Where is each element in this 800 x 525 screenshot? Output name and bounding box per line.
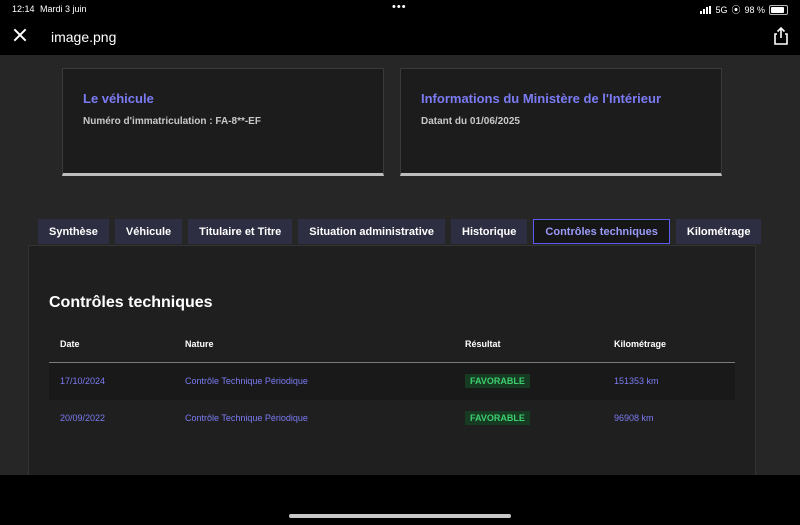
home-indicator[interactable]: [289, 514, 511, 518]
table-header: Date Nature Résultat Kilométrage: [49, 327, 735, 363]
column-nature: Nature: [185, 339, 214, 349]
tab-situation-administrative[interactable]: Situation administrative: [298, 219, 445, 244]
tab-historique[interactable]: Historique: [451, 219, 528, 244]
status-badge: FAVORABLE: [465, 411, 530, 425]
status-badge: FAVORABLE: [465, 374, 530, 388]
row-date: 17/10/2024: [60, 376, 106, 386]
table-row: 20/09/2022 Contrôle Technique Périodique…: [49, 400, 735, 437]
status-time: 12:14: [12, 4, 35, 14]
tab-titulaire[interactable]: Titulaire et Titre: [188, 219, 293, 244]
multitask-dots-icon[interactable]: •••: [392, 1, 407, 13]
viewer-toolbar: image.png: [0, 17, 800, 55]
signal-icon: [700, 5, 712, 14]
tab-kilometrage[interactable]: Kilométrage: [675, 219, 762, 244]
status-indicators: 5G ⦿ 98 %: [700, 3, 788, 16]
share-icon[interactable]: [771, 26, 791, 46]
column-mileage: Kilométrage: [614, 339, 667, 349]
vehicle-card-text: Numéro d'immatriculation : FA-8**-EF: [83, 116, 261, 127]
battery-icon: [769, 4, 788, 15]
tab-vehicule[interactable]: Véhicule: [114, 219, 183, 244]
tab-panel: Contrôles techniques Date Nature Résulta…: [28, 245, 756, 475]
row-nature: Contrôle Technique Périodique: [185, 376, 308, 386]
row-nature: Contrôle Technique Périodique: [185, 413, 308, 423]
location-icon: ⦿: [731, 5, 741, 15]
table-row: 17/10/2024 Contrôle Technique Périodique…: [49, 363, 735, 400]
column-date: Date: [60, 339, 80, 349]
row-mileage: 96908 km: [614, 413, 654, 423]
status-bar: 12:14 Mardi 3 juin ••• 5G ⦿ 98 %: [0, 0, 800, 17]
section-title: Contrôles techniques: [49, 294, 213, 311]
row-date: 20/09/2022: [60, 413, 106, 423]
status-date: Mardi 3 juin: [40, 4, 87, 14]
tab-synthese[interactable]: Synthèse: [38, 219, 109, 244]
battery-label: 98 %: [744, 4, 765, 15]
row-mileage: 151353 km: [614, 376, 659, 386]
column-result: Résultat: [465, 339, 501, 349]
vehicle-card: Le véhicule Numéro d'immatriculation : F…: [62, 68, 384, 176]
file-title: image.png: [51, 29, 117, 45]
network-label: 5G: [715, 4, 728, 15]
ministry-card-text: Datant du 01/06/2025: [421, 116, 520, 127]
vehicle-card-title: Le véhicule: [83, 91, 154, 106]
ministry-card-title: Informations du Ministère de l'Intérieur: [421, 91, 662, 106]
document-page: Le véhicule Numéro d'immatriculation : F…: [0, 55, 800, 475]
close-icon[interactable]: [10, 26, 30, 46]
tab-controles-techniques[interactable]: Contrôles techniques: [533, 219, 670, 244]
ministry-card: Informations du Ministère de l'Intérieur…: [400, 68, 722, 176]
inspections-table: Date Nature Résultat Kilométrage 17/10/2…: [49, 327, 735, 437]
tab-bar: Synthèse Véhicule Titulaire et Titre Sit…: [38, 219, 762, 244]
